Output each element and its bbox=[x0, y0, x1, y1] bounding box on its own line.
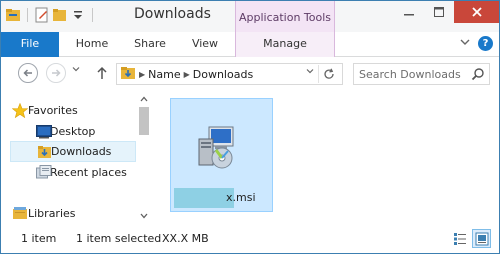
recent-places-icon bbox=[36, 165, 52, 180]
nav-item-downloads[interactable]: Downloads bbox=[10, 141, 136, 162]
downloads-folder-icon bbox=[37, 145, 53, 160]
forward-button[interactable] bbox=[46, 63, 66, 83]
explorer-window: Downloads Application Tools File Home Sh… bbox=[0, 0, 500, 254]
scroll-up-button[interactable] bbox=[137, 92, 151, 106]
minimize-button[interactable] bbox=[394, 1, 424, 23]
window-title: Downloads bbox=[134, 6, 211, 22]
ribbon-tabs: File Home Share View Manage ? bbox=[1, 32, 499, 57]
maximize-icon bbox=[434, 7, 444, 17]
nav-item-label: Recent places bbox=[50, 166, 127, 179]
recent-locations-button[interactable] bbox=[72, 65, 80, 76]
close-icon bbox=[471, 7, 482, 17]
forward-arrow-icon bbox=[52, 69, 61, 77]
chevron-down-icon bbox=[72, 67, 80, 72]
nav-item-label: Downloads bbox=[51, 145, 112, 158]
search-input[interactable]: Search Downloads bbox=[353, 63, 490, 85]
breadcrumb-separator-icon[interactable]: ▶ bbox=[184, 70, 190, 79]
breadcrumb-name[interactable]: Name bbox=[148, 68, 180, 81]
chevron-down-icon bbox=[460, 39, 470, 45]
help-icon[interactable]: ? bbox=[478, 36, 493, 51]
large-icons-view-icon bbox=[475, 232, 488, 245]
breadcrumb-downloads[interactable]: Downloads bbox=[193, 68, 253, 81]
rename-field[interactable] bbox=[174, 188, 234, 208]
tab-view[interactable]: View bbox=[177, 32, 233, 57]
nav-item-label: Libraries bbox=[28, 207, 76, 220]
up-button[interactable] bbox=[94, 63, 110, 83]
downloads-folder-icon bbox=[120, 65, 136, 84]
star-icon bbox=[11, 102, 29, 119]
back-button[interactable] bbox=[18, 63, 38, 83]
nav-item-desktop[interactable]: Desktop bbox=[10, 121, 136, 142]
details-view-button[interactable] bbox=[450, 229, 469, 248]
file-list: x.msi bbox=[153, 90, 499, 225]
close-button[interactable] bbox=[454, 1, 499, 23]
expand-ribbon-button[interactable] bbox=[460, 37, 470, 50]
breadcrumb-separator-icon[interactable]: ▶ bbox=[139, 70, 145, 79]
properties-icon[interactable] bbox=[34, 7, 50, 23]
scroll-thumb[interactable] bbox=[139, 107, 149, 135]
libraries-icon bbox=[12, 206, 28, 221]
details-view-icon bbox=[453, 232, 466, 245]
item-count: 1 item bbox=[21, 232, 57, 245]
quick-access-toolbar bbox=[5, 7, 97, 23]
file-item[interactable]: x.msi bbox=[170, 98, 273, 212]
back-arrow-icon bbox=[23, 69, 32, 77]
window-controls bbox=[394, 1, 499, 23]
nav-item-favorites[interactable]: Favorites bbox=[10, 100, 136, 121]
toolbar-divider bbox=[27, 8, 28, 22]
tab-file[interactable]: File bbox=[1, 32, 59, 57]
chevron-down-icon bbox=[306, 69, 314, 74]
customize-qat-icon[interactable] bbox=[70, 7, 86, 23]
new-folder-icon[interactable] bbox=[52, 7, 68, 23]
refresh-button[interactable] bbox=[318, 65, 338, 83]
tab-manage[interactable]: Manage bbox=[235, 32, 335, 57]
navigation-bar: ▶ Name ▶ Downloads Search Downloads bbox=[1, 57, 499, 90]
status-bar: 1 item 1 item selected XX.X MB bbox=[1, 225, 499, 253]
nav-item-libraries[interactable]: Libraries bbox=[10, 203, 136, 224]
selection-count: 1 item selected bbox=[76, 232, 162, 245]
chevron-up-icon bbox=[140, 96, 148, 102]
nav-item-label: Favorites bbox=[28, 104, 78, 117]
minimize-icon bbox=[404, 14, 414, 16]
nav-item-recent-places[interactable]: Recent places bbox=[10, 162, 136, 183]
selection-size: XX.X MB bbox=[162, 232, 209, 245]
address-history-button[interactable] bbox=[306, 67, 314, 78]
navigation-pane: Favorites Desktop Downloads Recent place… bbox=[1, 90, 153, 225]
nav-scrollbar[interactable] bbox=[137, 92, 151, 223]
maximize-button[interactable] bbox=[424, 1, 454, 23]
msi-installer-icon bbox=[193, 123, 241, 171]
search-placeholder: Search Downloads bbox=[359, 67, 461, 81]
title-bar: Downloads Application Tools bbox=[1, 1, 499, 32]
context-tab-group-header: Application Tools bbox=[235, 1, 335, 32]
file-name: x.msi bbox=[226, 191, 256, 204]
search-icon[interactable] bbox=[471, 67, 485, 81]
large-icons-view-button[interactable] bbox=[472, 229, 491, 248]
refresh-icon bbox=[323, 68, 334, 79]
address-bar[interactable]: ▶ Name ▶ Downloads bbox=[116, 63, 343, 85]
chevron-down-icon bbox=[140, 213, 148, 219]
ribbon-controls: ? bbox=[460, 36, 493, 51]
scroll-down-button[interactable] bbox=[137, 209, 151, 223]
tab-home[interactable]: Home bbox=[64, 32, 120, 57]
up-arrow-icon bbox=[97, 66, 107, 79]
nav-item-label: Desktop bbox=[50, 125, 96, 138]
tab-share[interactable]: Share bbox=[122, 32, 178, 57]
explorer-folder-icon[interactable] bbox=[5, 7, 21, 23]
toolbar-divider bbox=[92, 8, 93, 22]
desktop-icon bbox=[36, 124, 52, 139]
